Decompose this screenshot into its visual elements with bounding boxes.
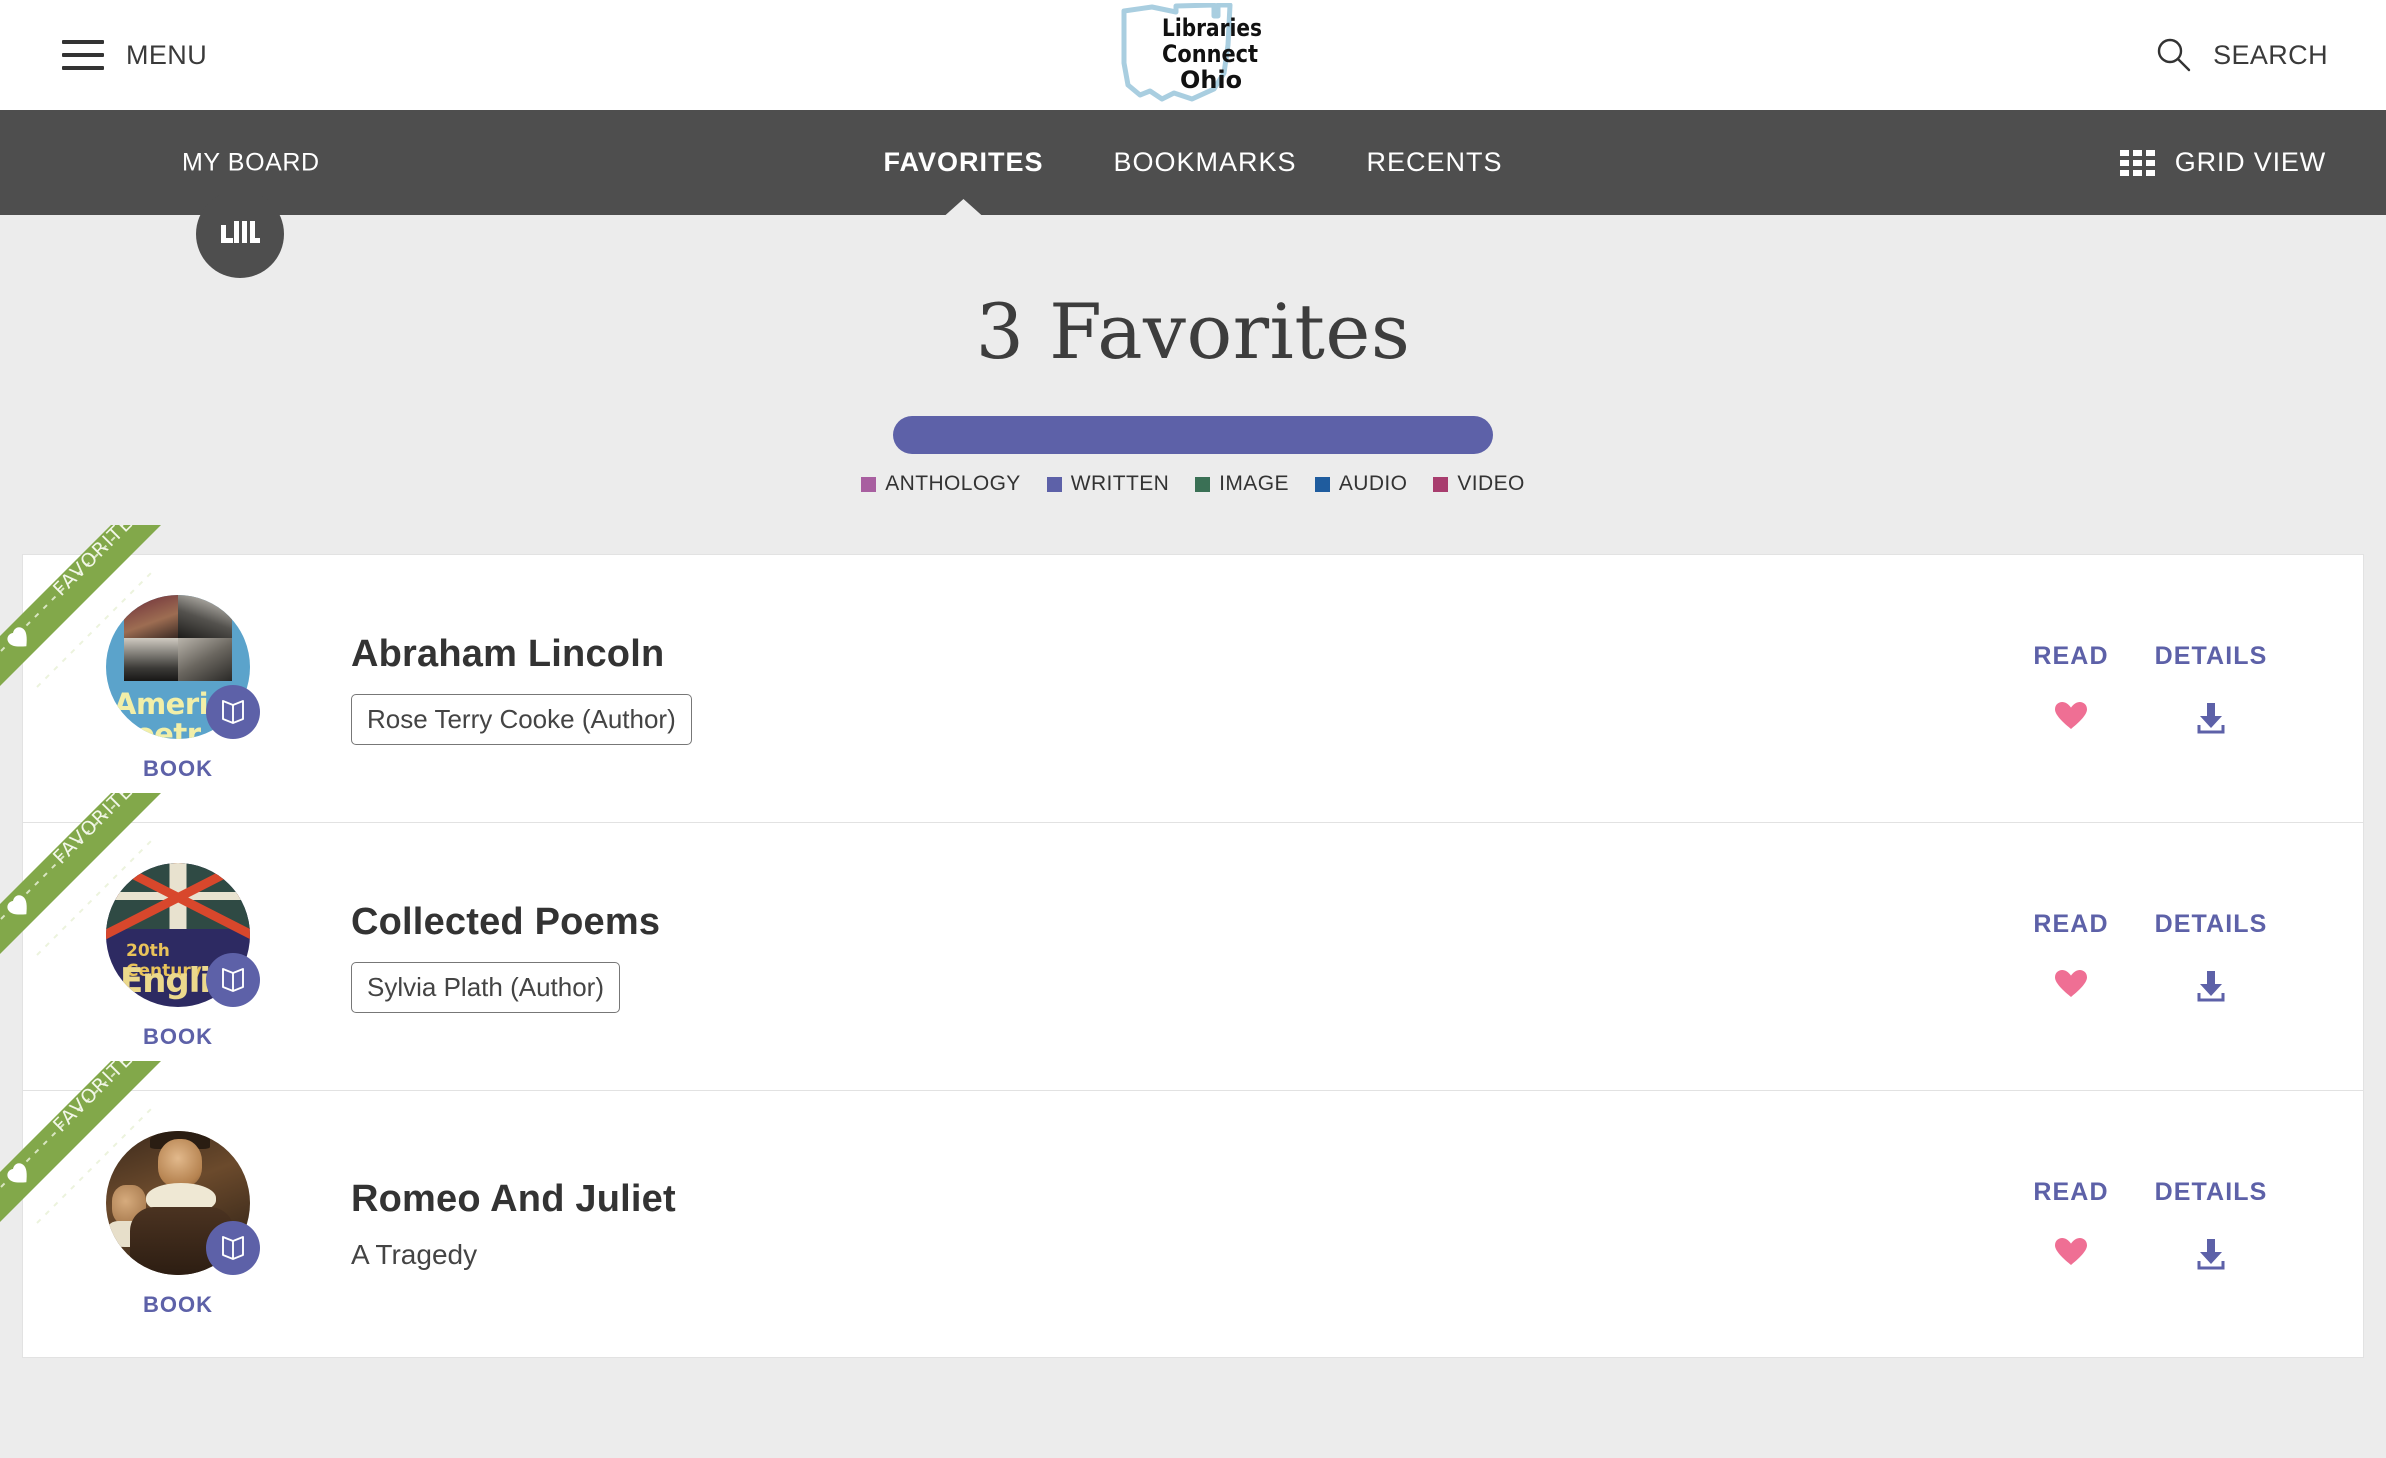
heart-icon[interactable]	[2054, 1237, 2088, 1267]
user-avatar[interactable]	[196, 190, 284, 278]
item-author-chip[interactable]: Sylvia Plath (Author)	[351, 961, 620, 1013]
heart-icon[interactable]	[2054, 969, 2088, 999]
details-label: DETAILS	[2154, 642, 2268, 670]
media-type-badge	[206, 1220, 260, 1275]
type-distribution-bar[interactable]	[893, 416, 1493, 454]
nav-tabs: FAVORITES BOOKMARKS RECENTS	[883, 110, 1502, 215]
item-type-label: BOOK	[143, 756, 213, 781]
tab-favorites[interactable]: FAVORITES	[883, 110, 1043, 215]
read-action[interactable]: READ	[2001, 1178, 2141, 1271]
search-button[interactable]: SEARCH	[2155, 36, 2328, 74]
legend-swatch-image	[1195, 476, 1211, 492]
legend-label-image: IMAGE	[1219, 472, 1289, 495]
svg-text:Libraries: Libraries	[1162, 14, 1262, 42]
progress-segment-written	[893, 416, 1493, 454]
download-icon[interactable]	[2194, 1237, 2228, 1271]
read-action[interactable]: READ	[2001, 642, 2141, 735]
item-actions: READ DETAILS	[2001, 1178, 2363, 1271]
read-label: READ	[2033, 1177, 2109, 1206]
legend-label-audio: AUDIO	[1338, 472, 1408, 495]
legend-label-video: VIDEO	[1457, 472, 1525, 495]
tab-bookmarks[interactable]: BOOKMARKS	[1113, 110, 1296, 215]
list-item[interactable]: FAVORITE America Poetr BOOK Abraham Linc…	[0, 525, 2364, 822]
open-book-icon	[222, 700, 244, 724]
menu-button[interactable]: MENU	[62, 40, 207, 71]
favorite-ribbon-label: FAVORITE	[49, 525, 138, 601]
avatar-monogram-icon	[221, 221, 260, 243]
legend-swatch-written	[1046, 476, 1062, 492]
search-label: SEARCH	[2213, 39, 2328, 70]
legend-swatch-audio	[1314, 476, 1330, 492]
favorites-list: FAVORITE America Poetr BOOK Abraham Linc…	[0, 525, 2364, 1358]
item-title[interactable]: Collected Poems	[351, 901, 2001, 944]
legend-item-anthology[interactable]: ANTHOLOGY	[861, 472, 1020, 496]
my-board-link[interactable]: MY BOARD	[182, 148, 320, 177]
details-action[interactable]: DETAILS	[2141, 642, 2281, 735]
list-item[interactable]: FAVORITE BOOK Romeo And Juliet A Tragedy…	[0, 1061, 2364, 1358]
site-logo[interactable]: Libraries Connect Ohio	[1118, 0, 1268, 110]
item-actions: READ DETAILS	[2001, 910, 2363, 1003]
item-thumbnail-col: 20th Century Englis BOOK	[63, 863, 293, 1050]
item-type-label: BOOK	[143, 1291, 213, 1317]
item-actions: READ DETAILS	[2001, 642, 2363, 735]
item-thumbnail-col: BOOK	[63, 1130, 293, 1318]
legend-label-anthology: ANTHOLOGY	[885, 472, 1021, 495]
download-icon[interactable]	[2194, 701, 2228, 735]
media-type-badge	[206, 685, 260, 739]
item-thumbnail[interactable]: America Poetr	[106, 595, 260, 739]
item-info: Abraham Lincoln Rose Terry Cooke (Author…	[293, 633, 2001, 745]
media-type-badge	[206, 953, 260, 1007]
hero-section: 3 Favorites ANTHOLOGY WRITTEN IMAGE AUDI…	[0, 215, 2386, 496]
search-icon	[2157, 38, 2191, 72]
legend-swatch-video	[1433, 476, 1449, 492]
grid-view-toggle[interactable]: GRID VIEW	[2119, 147, 2326, 178]
tab-recents[interactable]: RECENTS	[1367, 110, 1503, 215]
details-label: DETAILS	[2154, 1177, 2268, 1206]
legend-item-audio[interactable]: AUDIO	[1314, 472, 1408, 496]
legend-item-image[interactable]: IMAGE	[1195, 472, 1289, 496]
grid-view-label: GRID VIEW	[2174, 147, 2326, 177]
top-header: MENU Libraries Connect Ohio SEARCH	[0, 0, 2386, 110]
item-info: Romeo And Juliet A Tragedy	[293, 1178, 2001, 1271]
logo-wordmark: Libraries Connect Ohio	[1162, 14, 1262, 94]
details-action[interactable]: DETAILS	[2141, 1178, 2281, 1271]
legend-item-written[interactable]: WRITTEN	[1046, 472, 1170, 496]
cover-title-line2: Poetr	[114, 717, 201, 739]
item-thumbnail-col: America Poetr BOOK	[63, 595, 293, 782]
type-legend: ANTHOLOGY WRITTEN IMAGE AUDIO VIDEO	[0, 472, 2386, 496]
details-label: DETAILS	[2154, 910, 2268, 938]
read-label: READ	[2033, 642, 2109, 670]
item-title[interactable]: Romeo And Juliet	[351, 1178, 2001, 1221]
item-thumbnail[interactable]: 20th Century Englis	[106, 863, 260, 1007]
list-item[interactable]: FAVORITE 20th Century Englis BOOK Collec…	[0, 793, 2364, 1090]
secondary-nav: MY BOARD FAVORITES BOOKMARKS RECENTS GRI…	[0, 110, 2386, 278]
svg-text:Connect: Connect	[1162, 40, 1258, 68]
item-type-label: BOOK	[143, 1024, 213, 1049]
legend-item-video[interactable]: VIDEO	[1433, 472, 1524, 496]
hamburger-icon	[62, 40, 104, 70]
page-title: 3 Favorites	[975, 287, 1411, 376]
item-info: Collected Poems Sylvia Plath (Author)	[293, 901, 2001, 1013]
item-thumbnail[interactable]	[106, 1130, 260, 1275]
read-label: READ	[2033, 910, 2109, 938]
open-book-icon	[222, 1235, 244, 1260]
legend-swatch-anthology	[861, 476, 877, 492]
grid-icon	[2119, 149, 2155, 176]
item-subtitle: A Tragedy	[351, 1238, 478, 1270]
menu-label: MENU	[126, 39, 208, 70]
read-action[interactable]: READ	[2001, 910, 2141, 1003]
details-action[interactable]: DETAILS	[2141, 910, 2281, 1003]
item-title[interactable]: Abraham Lincoln	[351, 633, 2001, 676]
heart-icon[interactable]	[2054, 701, 2088, 731]
item-author-chip[interactable]: Rose Terry Cooke (Author)	[351, 693, 692, 745]
download-icon[interactable]	[2194, 969, 2228, 1003]
legend-label-written: WRITTEN	[1070, 472, 1170, 495]
svg-text:Ohio: Ohio	[1180, 66, 1242, 94]
open-book-icon	[222, 968, 244, 992]
